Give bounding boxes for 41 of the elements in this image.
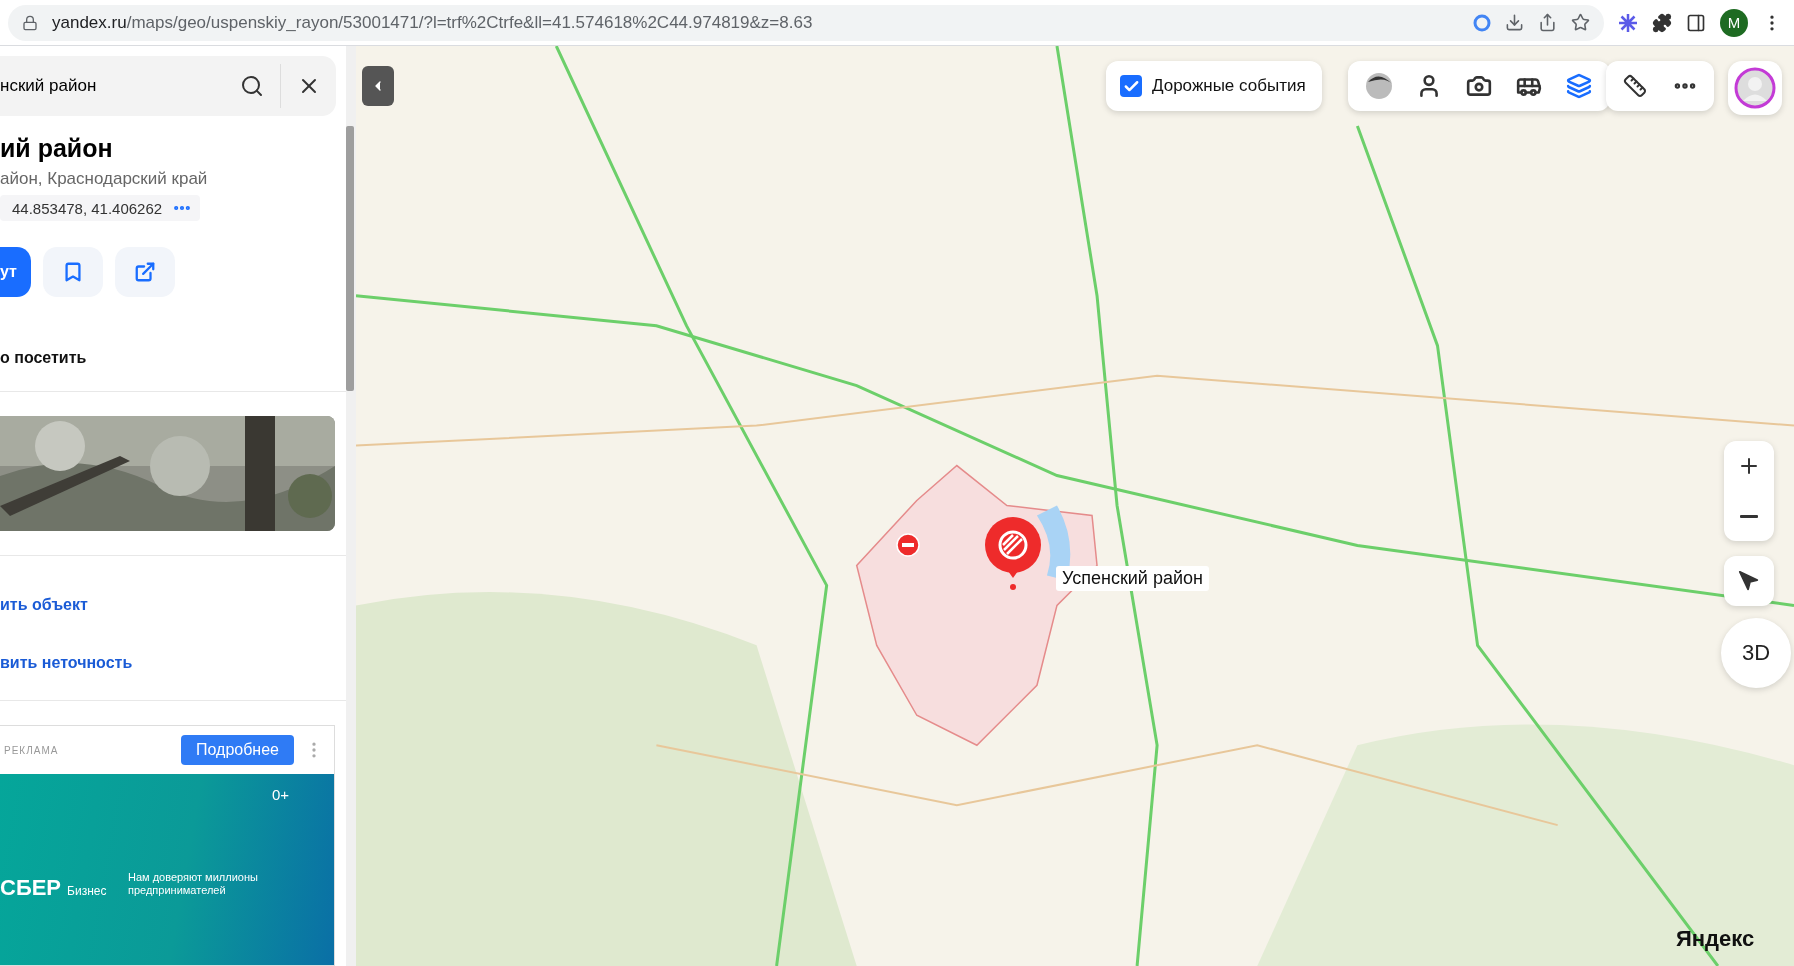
bookmark-star-icon[interactable]: [1571, 13, 1590, 32]
ad-banner[interactable]: 0+ СБЕР Бизнес Нам доверяют миллионы предпринимателей: [0, 774, 334, 965]
install-icon[interactable]: [1505, 13, 1524, 32]
share-button[interactable]: [114, 247, 175, 297]
extension-icon[interactable]: [1618, 12, 1638, 33]
map-pin-icon[interactable]: [984, 516, 1042, 591]
ad-tagline: Нам доверяют миллионы предпринимателей: [128, 871, 259, 897]
coordinates-text: 44.853478, 41.406262: [12, 199, 163, 217]
action-link[interactable]: вить неточность: [0, 654, 346, 672]
logo-text: Яндекс: [1676, 926, 1755, 952]
lock-icon: [22, 14, 38, 31]
coordinates-chip[interactable]: 44.853478, 41.406262: [0, 195, 201, 221]
google-icon[interactable]: [1473, 13, 1491, 32]
details-button[interactable]: Подробнее: [181, 735, 294, 765]
scrollbar-thumb[interactable]: [346, 126, 354, 391]
place-subtitle: айон, Краснодарский край: [0, 169, 209, 189]
search-icon: [240, 74, 264, 98]
minus-icon: [1740, 514, 1758, 518]
external-link-icon: [133, 261, 156, 283]
collapse-button[interactable]: [362, 66, 394, 106]
section-title: о посетить: [0, 349, 88, 367]
arrow-icon: [1738, 570, 1760, 592]
share-icon[interactable]: [1538, 13, 1557, 32]
traffic-toggle[interactable]: Дорожные события: [1106, 61, 1322, 111]
bookmark-button[interactable]: [42, 247, 103, 297]
brand-name: СБЕР: [0, 875, 62, 901]
search-field[interactable]: нский район: [0, 76, 224, 96]
brand-subtitle: Бизнес: [67, 884, 107, 898]
age-rating: 0+: [271, 786, 289, 803]
route-button[interactable]: ут: [0, 247, 31, 297]
side-panel-icon[interactable]: [1686, 12, 1706, 33]
checkbox[interactable]: [1120, 75, 1142, 97]
address-bar[interactable]: yandex.ru/maps/geo/uspenskiy_rayon/53001471/?l=trf%2Ctrfe&ll=41.574618%2C44.974819&z=8.63: [8, 4, 1604, 41]
place-label: Успенский район: [1056, 566, 1209, 591]
puzzle-icon[interactable]: [1652, 12, 1672, 33]
url-text: yandex.ru/maps/geo/uspenskiy_rayon/53001471/?l=trf%2Ctrfe&ll=41.574618%2C44.974819&z=8.63: [52, 12, 814, 33]
ad-label: РЕКЛАМА: [4, 744, 60, 756]
place-title: ий район: [0, 134, 114, 163]
profile-avatar[interactable]: M: [1720, 8, 1748, 37]
no-entry-icon[interactable]: [896, 533, 920, 557]
action-link[interactable]: ить объект: [0, 596, 346, 614]
